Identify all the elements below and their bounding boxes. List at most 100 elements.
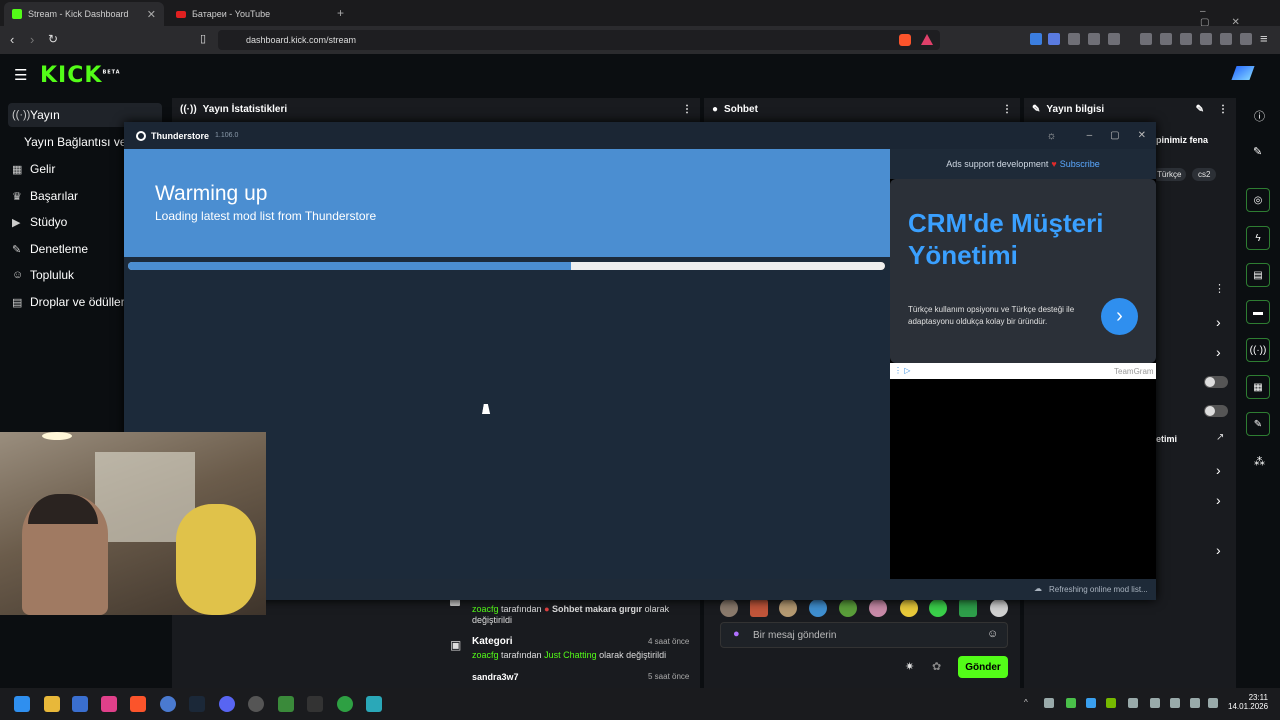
discord-icon[interactable] — [219, 696, 235, 712]
emote-icon[interactable] — [779, 599, 797, 617]
forward-icon[interactable]: › — [30, 32, 34, 47]
tray-icon[interactable] — [1066, 698, 1076, 708]
download-icon[interactable] — [1140, 33, 1152, 45]
chevron-right-icon[interactable]: › — [1216, 314, 1221, 330]
tag-cs2[interactable]: cs2 — [1192, 168, 1217, 181]
chevron-right-icon[interactable]: › — [1216, 492, 1221, 508]
steam-icon[interactable] — [189, 696, 205, 712]
minecraft-icon[interactable] — [278, 696, 294, 712]
chevron-right-icon[interactable]: › — [1216, 542, 1221, 558]
emote-icon[interactable] — [720, 599, 738, 617]
extension-icon[interactable] — [1030, 33, 1042, 45]
emote-icon[interactable] — [900, 599, 918, 617]
emote-icon[interactable] — [839, 599, 857, 617]
note-button[interactable]: ▤ — [1246, 263, 1270, 287]
nodes-icon[interactable]: ⁂ — [1254, 455, 1265, 468]
epic-games-icon[interactable] — [307, 696, 323, 712]
back-icon[interactable]: ‹ — [10, 32, 14, 47]
tag-turkce[interactable]: Türkçe — [1152, 168, 1187, 181]
app-icon[interactable] — [160, 696, 176, 712]
hamburger-menu-icon[interactable]: ☰ — [14, 66, 27, 84]
media-icon[interactable] — [1160, 33, 1172, 45]
volume-icon[interactable] — [1208, 698, 1218, 708]
emote-icon[interactable] — [869, 599, 887, 617]
menu-icon[interactable]: ≡ — [1260, 31, 1268, 46]
adchoices-icon[interactable]: ⋮ ▷ — [894, 366, 910, 375]
tray-icon[interactable] — [1044, 698, 1054, 708]
chat-icon: ● — [712, 104, 719, 115]
vpn-icon[interactable] — [1240, 33, 1252, 45]
chat-message-input[interactable]: ● Bir mesaj gönderin ☺ — [720, 622, 1008, 648]
theme-toggle-icon[interactable]: ☼ — [1047, 130, 1057, 142]
brave-rewards-icon[interactable] — [921, 34, 933, 45]
brave-icon[interactable] — [130, 696, 146, 712]
url-field[interactable]: dashboard.kick.com/stream — [218, 30, 940, 50]
tab-youtube[interactable]: Батареи - YouTube — [168, 2, 333, 26]
emote-icon[interactable] — [959, 599, 977, 617]
brave-shield-icon[interactable] — [899, 34, 911, 46]
wallet-icon[interactable] — [1200, 33, 1212, 45]
emote-icon[interactable] — [750, 599, 768, 617]
minimize-icon[interactable]: – — [1087, 130, 1093, 141]
chart-icon[interactable]: ↗ — [1216, 432, 1224, 443]
broadcast-button[interactable]: ((·)) — [1246, 338, 1270, 362]
extension-icon[interactable] — [1108, 33, 1120, 45]
microphone-icon[interactable]: ● — [733, 628, 740, 640]
chat-button[interactable]: ▬ — [1246, 300, 1270, 324]
subscribe-link[interactable]: Subscribe — [1060, 159, 1100, 169]
more-icon[interactable]: ⋮ — [682, 104, 692, 115]
tray-icon[interactable] — [1150, 698, 1160, 708]
kick-logo[interactable]: KICKBETA — [40, 63, 121, 88]
taskbar-clock[interactable]: 23:11 14.01.2026 — [1228, 693, 1268, 711]
tab-kick-dashboard[interactable]: Stream - Kick Dashboard ✕ — [4, 2, 164, 26]
gift-icon[interactable]: ✿ — [932, 660, 941, 673]
tray-chevron-icon[interactable]: ^ — [1024, 698, 1028, 707]
translate-icon[interactable] — [1048, 33, 1060, 45]
emote-icon[interactable] — [929, 599, 947, 617]
send-button[interactable]: Gönder — [958, 656, 1008, 678]
app-icon[interactable] — [101, 696, 117, 712]
edit-icon[interactable]: ✎ — [1196, 104, 1204, 115]
bookmark-icon[interactable]: ▯ — [200, 32, 206, 45]
file-explorer-icon[interactable] — [44, 696, 60, 712]
emote-icon[interactable] — [990, 599, 1008, 617]
tray-icon[interactable] — [1086, 698, 1096, 708]
nvidia-icon[interactable] — [1106, 698, 1116, 708]
toggle-switch[interactable] — [1204, 405, 1228, 417]
info-icon[interactable]: ⓘ — [1254, 108, 1265, 124]
thunderstore-taskbar-icon[interactable] — [366, 696, 382, 712]
wrench-button[interactable]: ✎ — [1246, 412, 1270, 436]
reload-icon[interactable]: ↻ — [48, 32, 58, 46]
ad-arrow-button[interactable]: › — [1101, 298, 1138, 335]
network-icon[interactable] — [1190, 698, 1200, 708]
window-controls[interactable]: –▢✕ — [1200, 6, 1280, 28]
chevron-right-icon[interactable]: › — [1216, 462, 1221, 478]
close-tab-icon[interactable]: ✕ — [147, 8, 156, 21]
ad-card[interactable]: CRM'de Müşteri Yönetimi Türkçe kullanım … — [890, 179, 1156, 363]
more-icon[interactable]: ⋮ — [1002, 104, 1012, 115]
sidebar-icon[interactable] — [1180, 33, 1192, 45]
extensions-puzzle-icon[interactable] — [1088, 33, 1100, 45]
more-icon[interactable]: ⋮ — [1214, 282, 1225, 295]
app-icon[interactable] — [248, 696, 264, 712]
extension-icon[interactable] — [1068, 33, 1080, 45]
new-tab-button[interactable]: + — [337, 6, 344, 20]
layout-button[interactable]: ▦ — [1246, 375, 1270, 399]
microphone-icon[interactable] — [1170, 698, 1180, 708]
leo-icon[interactable] — [1220, 33, 1232, 45]
app-icon[interactable] — [72, 696, 88, 712]
settings-gear-icon[interactable]: ✷ — [905, 660, 914, 673]
start-icon[interactable] — [14, 696, 30, 712]
xbox-icon[interactable] — [337, 696, 353, 712]
pencil-icon[interactable]: ✎ — [1253, 145, 1262, 158]
tray-icon[interactable] — [1128, 698, 1138, 708]
emote-icon[interactable] — [809, 599, 827, 617]
maximize-icon[interactable]: ▢ — [1110, 130, 1119, 141]
chevron-right-icon[interactable]: › — [1216, 344, 1221, 360]
lightning-button[interactable]: ϟ — [1246, 226, 1270, 250]
close-icon[interactable]: ✕ — [1138, 130, 1146, 141]
more-icon[interactable]: ⋮ — [1218, 104, 1228, 115]
emoji-icon[interactable]: ☺ — [987, 628, 998, 640]
camera-scan-button[interactable]: ◎ — [1246, 188, 1270, 212]
toggle-switch[interactable] — [1204, 376, 1228, 388]
